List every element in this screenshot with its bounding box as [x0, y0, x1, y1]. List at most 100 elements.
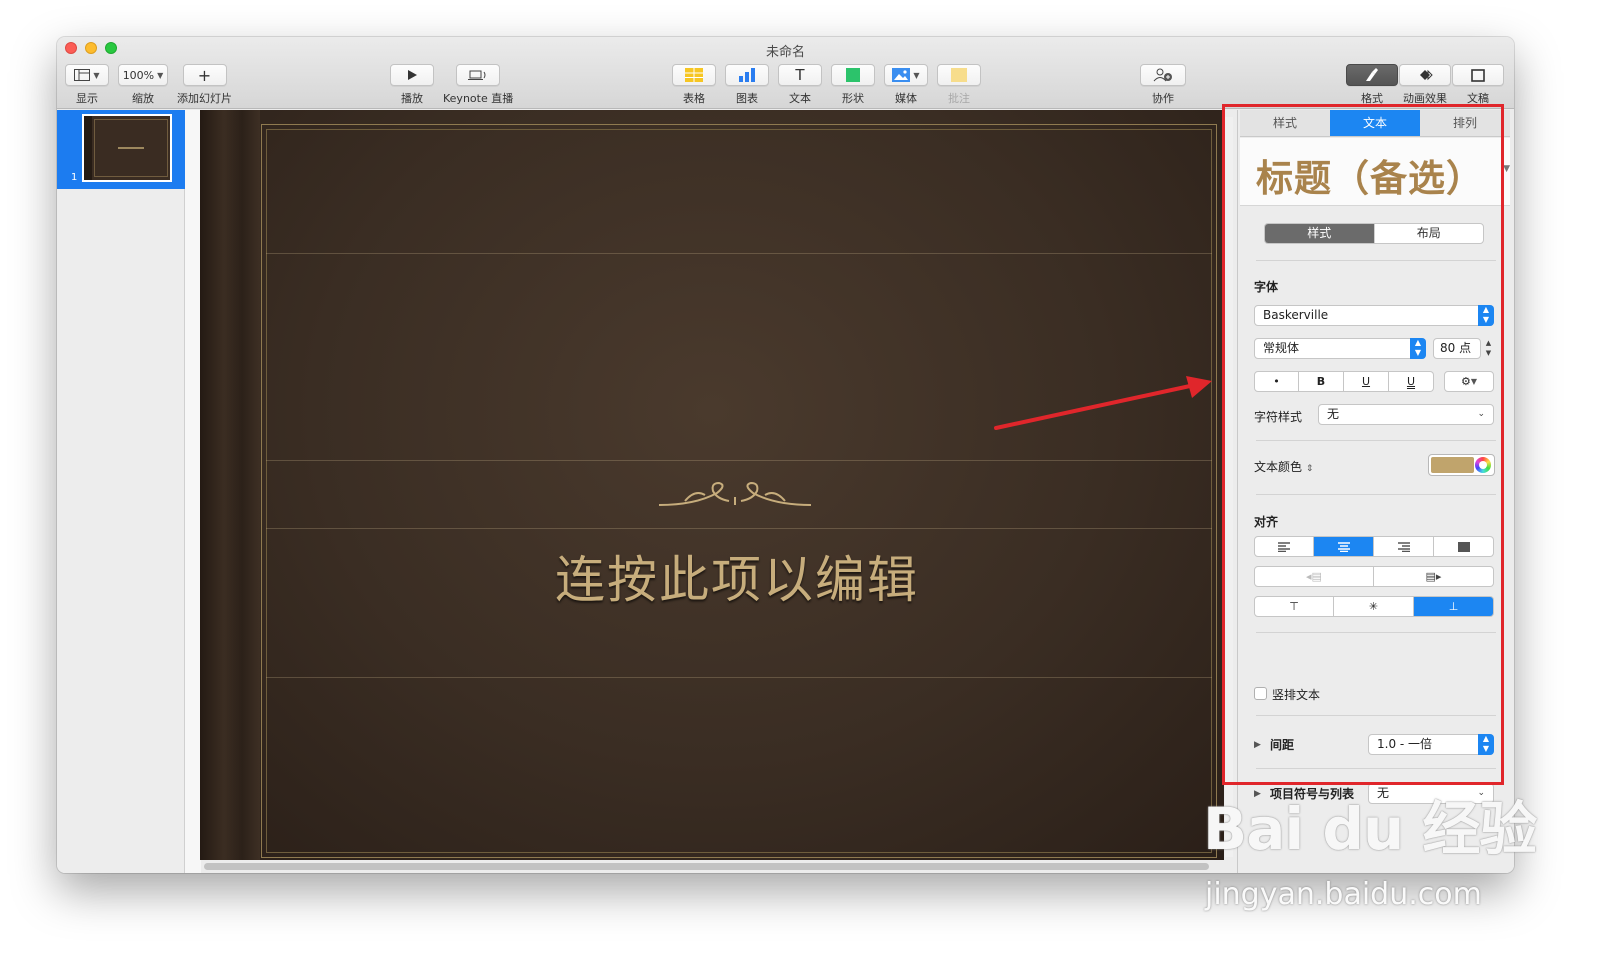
- view-tool[interactable]: ▼ 显示: [65, 64, 109, 106]
- horizontal-scrollbar[interactable]: [204, 863, 1209, 870]
- color-wheel-icon[interactable]: [1475, 457, 1491, 473]
- text-subtabs: 样式 布局: [1264, 223, 1484, 244]
- zoom-tool[interactable]: 100% ▼ 缩放: [118, 64, 168, 106]
- broadcast-icon: [468, 70, 486, 80]
- align-middle-button[interactable]: ✳: [1334, 596, 1414, 617]
- justify-button[interactable]: [1434, 536, 1494, 557]
- text-options-button[interactable]: ⚙ ▼: [1444, 371, 1494, 392]
- ruled-line: [266, 460, 1212, 461]
- collaborate-button[interactable]: [1140, 64, 1186, 86]
- comment-button[interactable]: [937, 64, 981, 86]
- animate-button[interactable]: [1399, 64, 1451, 86]
- char-style-value: 无: [1327, 407, 1340, 421]
- text-tool[interactable]: T 文本: [778, 64, 822, 106]
- collaborate-tool[interactable]: 协作: [1140, 64, 1186, 106]
- font-size-stepper[interactable]: ▲ ▼: [1483, 338, 1494, 359]
- keynote-live-button[interactable]: [456, 64, 501, 86]
- format-button[interactable]: [1346, 64, 1398, 86]
- justify-icon: [1457, 541, 1470, 552]
- strikethrough-button[interactable]: U: [1389, 371, 1434, 392]
- align-left-button[interactable]: [1254, 536, 1314, 557]
- format-tool[interactable]: 格式: [1346, 64, 1398, 106]
- text-color-label[interactable]: 文本颜色 ⇕: [1254, 458, 1313, 475]
- media-button[interactable]: ▼: [884, 64, 928, 86]
- font-size-field[interactable]: 80 点: [1433, 338, 1481, 359]
- comment-tool[interactable]: 批注: [937, 64, 981, 106]
- document-label: 文稿: [1467, 92, 1489, 105]
- align-right-button[interactable]: [1374, 536, 1434, 557]
- add-slide-button[interactable]: +: [182, 64, 227, 86]
- tab-text[interactable]: 文本: [1330, 110, 1420, 136]
- document-tool[interactable]: 文稿: [1452, 64, 1504, 106]
- decrease-indent-button[interactable]: ◂▤: [1254, 566, 1374, 587]
- animate-tool[interactable]: 动画效果: [1399, 64, 1451, 106]
- increase-indent-button[interactable]: ▤▸: [1374, 566, 1494, 587]
- disclosure-triangle-icon[interactable]: ▶: [1254, 740, 1261, 750]
- shape-button[interactable]: [831, 64, 875, 86]
- add-slide-tool[interactable]: + 添加幻灯片: [177, 64, 232, 106]
- keynote-live-tool[interactable]: Keynote 直播: [443, 64, 513, 106]
- shape-tool[interactable]: 形状: [831, 64, 875, 106]
- subtab-style[interactable]: 样式: [1265, 224, 1375, 243]
- zoom-popup[interactable]: 100% ▼: [118, 64, 168, 86]
- text-color-swatch[interactable]: [1431, 457, 1474, 473]
- paragraph-style-preview[interactable]: 标题（备选） ▼: [1240, 138, 1510, 206]
- typeface-value: 常规体: [1263, 341, 1300, 355]
- alignment-section-label: 对齐: [1254, 515, 1279, 529]
- chart-tool[interactable]: 图表: [725, 64, 769, 106]
- photo-icon: [892, 68, 911, 82]
- section-divider: [1256, 632, 1496, 633]
- slide-number: 1: [71, 172, 78, 183]
- align-bottom-icon: ⊥: [1448, 600, 1459, 613]
- chart-button[interactable]: [725, 64, 769, 86]
- tab-arrange[interactable]: 排列: [1420, 110, 1510, 136]
- gear-icon: ⚙: [1460, 375, 1471, 388]
- align-left-icon: [1278, 541, 1290, 552]
- document-button[interactable]: [1452, 64, 1504, 86]
- vertical-scrollbar[interactable]: [1225, 117, 1233, 857]
- slide-title-placeholder[interactable]: 连按此项以编辑: [200, 540, 1224, 612]
- vertical-alignment-buttons: ⊤ ✳ ⊥: [1254, 596, 1494, 617]
- horizontal-alignment-buttons: [1254, 536, 1494, 557]
- chevron-down-icon: ▼: [157, 70, 164, 80]
- up-down-arrows-icon: ▲ ▼: [1478, 734, 1494, 755]
- paragraph-style-name: 标题（备选）: [1256, 156, 1484, 200]
- table-button[interactable]: [672, 64, 716, 86]
- align-top-button[interactable]: ⊤: [1254, 596, 1334, 617]
- text-button[interactable]: T: [778, 64, 822, 86]
- play-button[interactable]: [390, 64, 434, 86]
- red-arrow-annotation-icon: [994, 376, 1212, 430]
- section-divider: [1256, 715, 1496, 716]
- indent-buttons: ◂▤ ▤▸: [1254, 566, 1494, 587]
- slide-thumbnail-row[interactable]: 1: [57, 110, 185, 189]
- text-color-label-text: 文本颜色: [1254, 460, 1303, 474]
- subtab-layout[interactable]: 布局: [1375, 224, 1484, 243]
- bold-button[interactable]: B: [1299, 371, 1344, 392]
- align-right-icon: [1397, 541, 1410, 552]
- window-title: 未命名: [765, 45, 805, 60]
- play-tool[interactable]: 播放: [390, 64, 434, 106]
- underline-button[interactable]: U: [1344, 371, 1389, 392]
- align-center-button[interactable]: [1314, 536, 1374, 557]
- slide-thumbnail[interactable]: [82, 114, 172, 182]
- media-tool[interactable]: ▼ 媒体: [884, 64, 928, 106]
- animate-diamond-icon: [1420, 69, 1433, 81]
- slide-canvas[interactable]: 连按此项以编辑: [200, 110, 1224, 860]
- typeface-popup[interactable]: 常规体 ▲ ▼: [1254, 338, 1426, 359]
- table-icon: [685, 68, 703, 82]
- bullet-button[interactable]: •: [1254, 371, 1299, 392]
- spacing-popup[interactable]: 1.0 - 一倍 ▲ ▼: [1368, 734, 1494, 755]
- text-color-well[interactable]: [1428, 454, 1495, 476]
- tab-style[interactable]: 样式: [1240, 110, 1330, 136]
- play-icon: [408, 70, 417, 80]
- up-down-arrows-icon: ⇕: [1305, 464, 1314, 474]
- view-button[interactable]: ▼: [65, 64, 109, 86]
- char-style-popup[interactable]: 无 ⌄: [1318, 404, 1494, 425]
- vertical-text-label: 竖排文本: [1272, 688, 1321, 702]
- font-family-popup[interactable]: Baskerville ▲ ▼: [1254, 305, 1494, 326]
- vertical-text-checkbox[interactable]: [1254, 687, 1267, 700]
- font-section-label: 字体: [1254, 280, 1279, 294]
- comment-icon: [951, 68, 967, 82]
- table-tool[interactable]: 表格: [672, 64, 716, 106]
- align-bottom-button[interactable]: ⊥: [1414, 596, 1494, 617]
